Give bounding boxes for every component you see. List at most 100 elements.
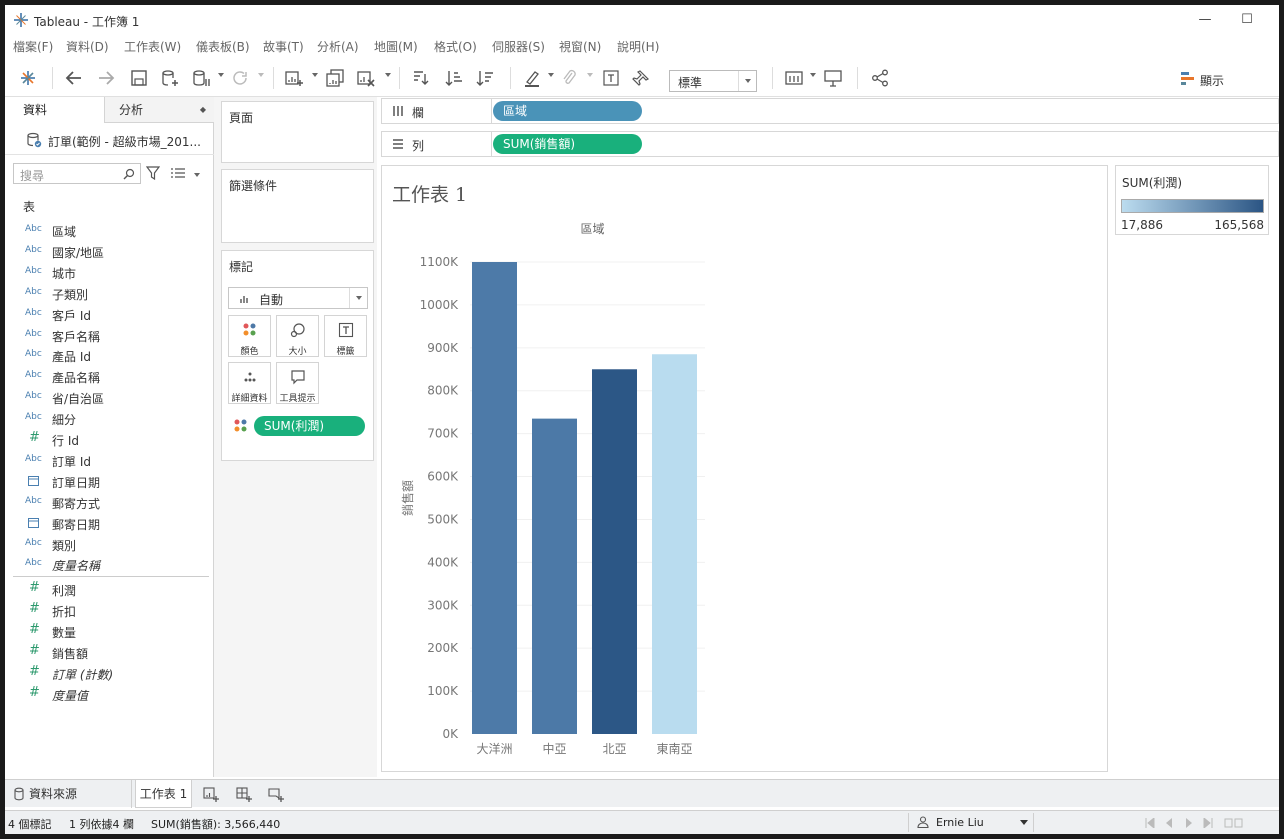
new-dashboard-icon[interactable]	[234, 780, 256, 808]
chevron-down-icon[interactable]	[738, 71, 756, 91]
menu-item[interactable]: 資料(D)	[66, 38, 109, 55]
sheet-tab-active[interactable]: 工作表 1	[135, 780, 192, 808]
field-item[interactable]: Abc 區域	[5, 220, 214, 241]
field-item[interactable]: 郵寄日期	[5, 513, 214, 534]
search-input[interactable]: 搜尋	[13, 163, 141, 184]
new-datasource-icon[interactable]	[160, 68, 182, 88]
minimize-button[interactable]: —	[1185, 9, 1225, 31]
menu-item[interactable]: 故事(T)	[263, 38, 304, 55]
window-title: Tableau - 工作簿 1	[34, 15, 140, 29]
duplicate-sheet-icon[interactable]	[325, 68, 347, 88]
new-sheet-dropdown-icon[interactable]	[312, 73, 318, 77]
show-me-button[interactable]: 顯示	[1200, 72, 1224, 89]
field-item[interactable]: 訂單日期	[5, 471, 214, 492]
highlight-icon[interactable]	[522, 68, 544, 88]
menu-item[interactable]: 伺服器(S)	[492, 38, 545, 55]
field-name: 度量名稱	[52, 559, 101, 574]
chevron-down-icon[interactable]	[349, 288, 367, 308]
user-menu[interactable]: Ernie Liu	[908, 813, 1034, 832]
field-item[interactable]: Abc 度量名稱	[5, 554, 214, 575]
save-icon[interactable]	[129, 68, 151, 88]
menu-item[interactable]: 檔案(F)	[13, 38, 53, 55]
show-me-icon[interactable]	[1180, 68, 1202, 88]
rows-pill[interactable]: SUM(銷售額)	[493, 134, 642, 154]
color-button[interactable]: 顏色	[228, 315, 271, 357]
tab-analytics[interactable]: 分析 ◆	[105, 97, 214, 123]
field-item[interactable]: Abc 客戶 Id	[5, 304, 214, 325]
group-dropdown-icon[interactable]	[587, 73, 593, 77]
field-item[interactable]: # 利潤	[5, 579, 214, 600]
refresh-dropdown-icon[interactable]	[258, 73, 264, 77]
columns-pill[interactable]: 區域	[493, 101, 642, 121]
field-item[interactable]: Abc 城市	[5, 262, 214, 283]
refresh-icon[interactable]	[230, 68, 252, 88]
new-sheet-icon[interactable]	[284, 68, 306, 88]
tooltip-button[interactable]: 工具提示	[276, 362, 319, 404]
cards-dropdown-icon[interactable]	[810, 73, 816, 77]
menu-item[interactable]: 格式(O)	[434, 38, 477, 55]
group-members-icon[interactable]	[559, 68, 581, 88]
field-item[interactable]: Abc 產品名稱	[5, 366, 214, 387]
detail-button[interactable]: 詳細資料	[228, 362, 271, 404]
new-worksheet-icon[interactable]	[201, 780, 223, 808]
field-item[interactable]: # 銷售額	[5, 642, 214, 663]
menu-item[interactable]: 說明(H)	[617, 38, 659, 55]
filters-card[interactable]: 篩選條件	[221, 169, 374, 243]
field-item[interactable]: # 行 Id	[5, 429, 214, 450]
color-field-pill[interactable]: SUM(利潤)	[254, 416, 365, 436]
undo-icon[interactable]	[64, 68, 86, 88]
pages-card[interactable]: 頁面	[221, 101, 374, 163]
tab-data[interactable]: 資料	[5, 97, 105, 123]
pin-axes-icon[interactable]	[632, 68, 654, 88]
fit-select[interactable]: 標準	[669, 70, 757, 92]
sort-ascending-icon[interactable]	[444, 68, 466, 88]
pause-datasource-icon[interactable]	[191, 68, 213, 88]
sort-arrows-icon[interactable]: ◆	[200, 97, 206, 123]
field-item[interactable]: Abc 國家/地區	[5, 241, 214, 262]
field-item[interactable]: Abc 子類別	[5, 283, 214, 304]
redo-icon[interactable]	[96, 68, 118, 88]
menu-item[interactable]: 地圖(M)	[374, 38, 418, 55]
field-item[interactable]: # 折扣	[5, 600, 214, 621]
field-item[interactable]: Abc 產品 Id	[5, 345, 214, 366]
presentation-mode-icon[interactable]	[823, 68, 845, 88]
show-hide-cards-icon[interactable]	[784, 68, 806, 88]
close-button[interactable]	[1267, 9, 1279, 31]
field-item[interactable]: Abc 訂單 Id	[5, 450, 214, 471]
datasource-dropdown-icon[interactable]	[218, 73, 224, 77]
x-tick-label: 大洋洲	[476, 741, 512, 756]
menu-item[interactable]: 儀表板(B)	[196, 38, 250, 55]
swap-rows-columns-icon[interactable]	[410, 68, 432, 88]
maximize-button[interactable]: ☐	[1227, 9, 1267, 31]
field-item[interactable]: Abc 細分	[5, 408, 214, 429]
tableau-home-icon[interactable]	[18, 68, 40, 88]
view-dropdown-icon[interactable]	[194, 173, 200, 177]
label-button[interactable]: 標籤	[324, 315, 367, 357]
view-list-icon[interactable]	[170, 167, 186, 179]
share-icon[interactable]	[870, 68, 892, 88]
clear-dropdown-icon[interactable]	[385, 73, 391, 77]
field-item[interactable]: Abc 郵寄方式	[5, 492, 214, 513]
field-item[interactable]: # 數量	[5, 621, 214, 642]
size-button[interactable]: 大小	[276, 315, 319, 357]
menu-item[interactable]: 視窗(N)	[559, 38, 601, 55]
filter-icon[interactable]	[146, 166, 160, 180]
menu-item[interactable]: 工作表(W)	[124, 38, 181, 55]
datasource-item[interactable]: 訂單(範例 - 超級市場_201...	[5, 125, 214, 155]
color-legend[interactable]: SUM(利潤) 17,886 165,568	[1115, 165, 1269, 235]
clear-sheet-icon[interactable]	[356, 68, 378, 88]
field-item[interactable]: Abc 類別	[5, 534, 214, 555]
menu-item[interactable]: 分析(A)	[317, 38, 359, 55]
field-item[interactable]: # 訂單 (計數)	[5, 663, 214, 684]
field-item[interactable]: Abc 省/自治區	[5, 387, 214, 408]
new-story-icon[interactable]	[266, 780, 288, 808]
show-mark-labels-icon[interactable]	[601, 68, 623, 88]
sheet-navigation-icon[interactable]	[1145, 818, 1245, 828]
sort-descending-icon[interactable]	[475, 68, 497, 88]
highlight-dropdown-icon[interactable]	[548, 73, 554, 77]
field-name: 銷售額	[52, 646, 89, 661]
field-item[interactable]: # 度量值	[5, 684, 214, 705]
field-item[interactable]: Abc 客戶名稱	[5, 325, 214, 346]
datasource-tab[interactable]: 資料來源	[5, 780, 132, 808]
mark-type-select[interactable]: 自動	[228, 287, 368, 309]
